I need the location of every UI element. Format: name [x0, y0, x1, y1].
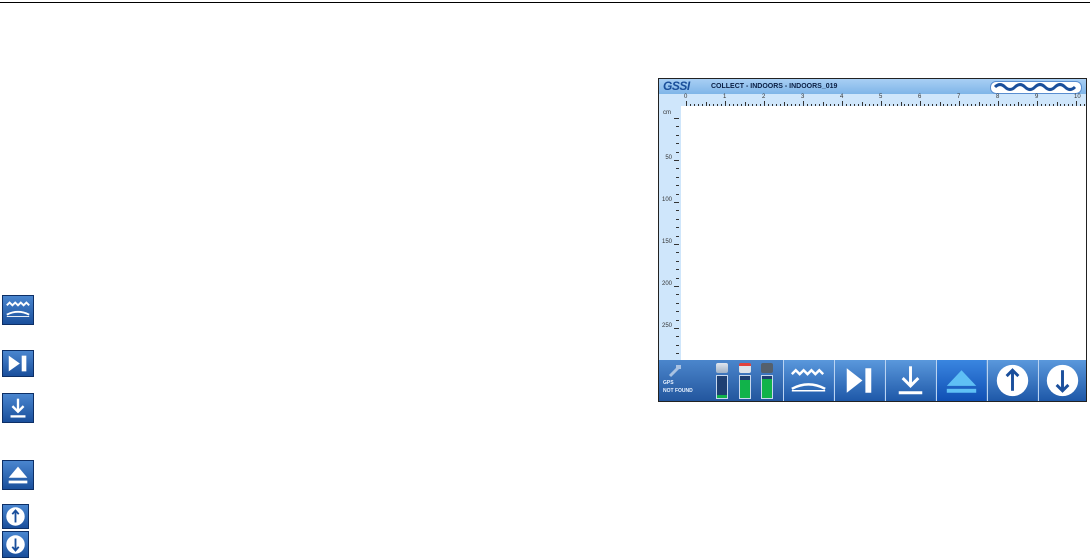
wave-icon [2, 295, 34, 325]
scroll-up-button[interactable] [987, 360, 1037, 401]
next-icon [2, 350, 34, 377]
y-tick [674, 244, 679, 245]
y-tick [676, 269, 679, 271]
storage-icon [716, 363, 728, 373]
bottom-toolbar: GPS NOT FOUND [659, 360, 1086, 401]
gps-label: GPS [663, 380, 674, 386]
eject-icon [946, 370, 977, 393]
y-tick [676, 134, 679, 136]
y-unit-label: cm [663, 110, 671, 116]
y-tick [674, 286, 679, 287]
y-tick [676, 193, 679, 195]
y-tick [674, 160, 679, 161]
title-bar: GSSI COLLECT - INDOORS - INDOORS_019 [659, 79, 1086, 94]
y-tick [676, 294, 679, 296]
battery-bar [739, 375, 751, 399]
y-tick [676, 252, 679, 254]
y-tick-label: 250 [661, 323, 672, 329]
y-tick [676, 319, 679, 321]
collect-window: GSSI COLLECT - INDOORS - INDOORS_019 0 1 2… [658, 78, 1087, 402]
y-tick [676, 344, 679, 346]
battery-icon [739, 363, 751, 373]
x-tick-label: 10 [1074, 94, 1081, 100]
wave-badge-icon [990, 81, 1082, 94]
status-panel: GPS NOT FOUND [659, 360, 783, 401]
x-tick-label: 8 [996, 94, 1000, 100]
y-tick [676, 277, 679, 279]
y-tick [676, 218, 679, 220]
scan-canvas[interactable] [681, 106, 1086, 360]
y-tick [676, 126, 679, 128]
y-tick-label: 200 [661, 281, 672, 287]
top-divider [0, 2, 1090, 3]
y-tick [676, 143, 679, 145]
down-arrow-icon [2, 531, 29, 558]
memory-fill [762, 379, 772, 398]
y-tick [676, 210, 679, 212]
horizontal-ruler: 0 1 2 3 4 5 6 7 8 9 10 [681, 94, 1086, 106]
y-tick [676, 260, 679, 262]
x-tick-label: 1 [723, 94, 727, 100]
gain-wave-button[interactable] [783, 360, 833, 401]
download-icon [898, 366, 923, 395]
memory-bar [761, 375, 773, 399]
up-arrow-icon [996, 364, 1029, 397]
x-tick-label: 2 [762, 94, 766, 100]
y-tick-label: 100 [661, 197, 672, 203]
next-button[interactable] [834, 360, 884, 401]
y-tick [674, 202, 679, 203]
eject-icon [2, 460, 34, 490]
x-tick-label: 0 [684, 94, 688, 100]
eject-button[interactable] [936, 360, 986, 401]
scroll-down-button[interactable] [1038, 360, 1086, 401]
y-tick [676, 235, 679, 237]
wave-icon [790, 368, 826, 392]
battery-fill [740, 380, 750, 398]
y-tick [676, 353, 679, 355]
memory-icon [761, 363, 773, 373]
x-tick-label: 6 [918, 94, 922, 100]
gssi-logo: GSSI [663, 79, 690, 93]
next-icon [846, 368, 872, 393]
gps-state: NOT FOUND [663, 388, 693, 394]
storage-fill [717, 394, 727, 398]
download-button[interactable] [885, 360, 935, 401]
down-arrow-icon [1046, 364, 1079, 397]
x-tick-label: 3 [801, 94, 805, 100]
y-tick [676, 151, 679, 153]
x-tick-label: 7 [957, 94, 961, 100]
y-tick [676, 227, 679, 229]
download-icon [2, 393, 34, 423]
x-tick-label: 9 [1035, 94, 1039, 100]
y-tick [676, 168, 679, 170]
window-title: COLLECT - INDOORS - INDOORS_019 [711, 83, 838, 90]
y-tick [676, 302, 679, 304]
storage-bar [716, 375, 728, 399]
y-tick [676, 176, 679, 178]
x-tick-label: 5 [879, 94, 883, 100]
y-tick-label: 150 [661, 239, 672, 245]
y-tick [676, 185, 679, 187]
satellite-icon [668, 364, 682, 378]
x-tick-label: 4 [840, 94, 844, 100]
y-tick [676, 336, 679, 338]
y-tick [674, 328, 679, 329]
y-tick [676, 311, 679, 313]
y-tick-label: 50 [665, 155, 672, 161]
up-arrow-icon [2, 504, 29, 529]
vertical-ruler: cm50100150200250300 [659, 94, 681, 371]
y-tick [674, 118, 679, 119]
